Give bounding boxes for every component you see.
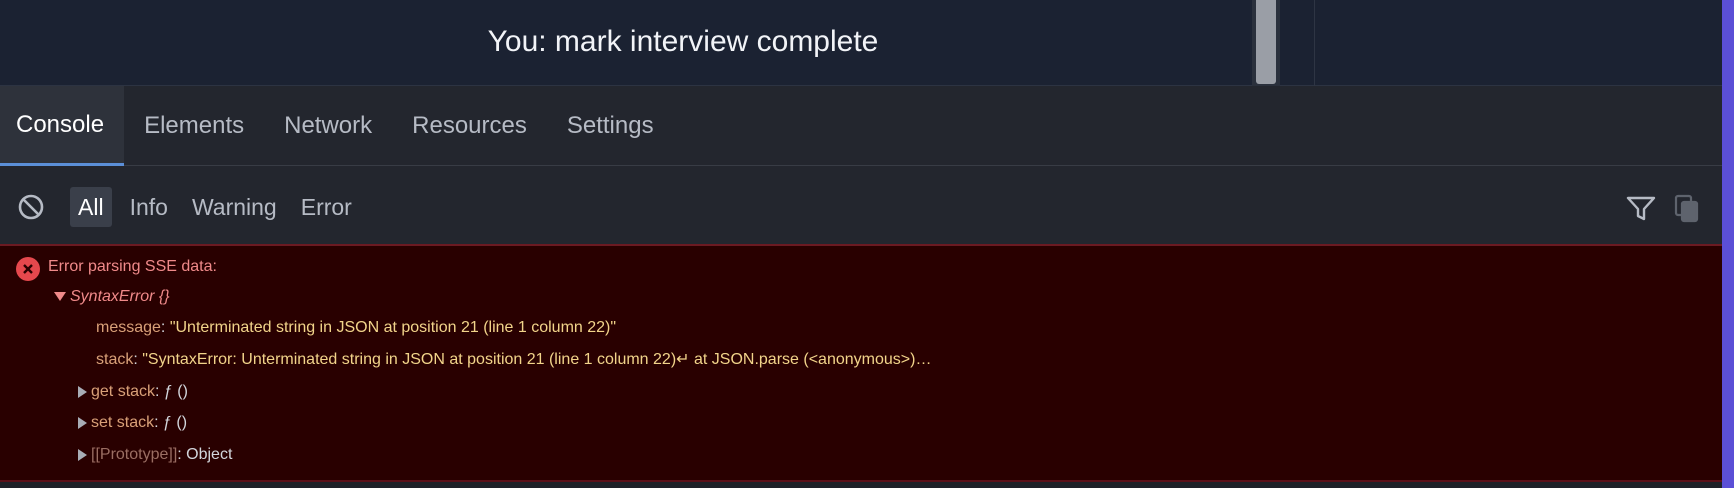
tab-console[interactable]: Console: [0, 86, 125, 166]
tab-elements[interactable]: Elements: [124, 86, 264, 166]
console-filter-bar: All Info Warning Error: [0, 166, 1722, 246]
tab-resources[interactable]: Resources: [392, 86, 547, 166]
devtools-tab-bar: Console Elements Network Resources Setti…: [0, 86, 1722, 166]
property-value: ƒ (): [163, 383, 188, 400]
log-level-filters: All Info Warning Error: [70, 187, 370, 227]
chat-scrollbar-thumb[interactable]: [1256, 0, 1276, 84]
level-info[interactable]: Info: [124, 187, 174, 227]
level-error[interactable]: Error: [295, 187, 358, 227]
window-edge-accent: [1722, 0, 1734, 488]
property-stack: stack: "SyntaxError: Unterminated string…: [96, 351, 932, 368]
property-set-stack[interactable]: set stack: ƒ (): [78, 408, 187, 438]
property-value: ƒ (): [163, 414, 188, 431]
chat-area: You: mark interview complete: [0, 0, 1734, 86]
chat-message: You: mark interview complete: [487, 25, 879, 58]
clear-console-icon: [18, 194, 44, 220]
panel-divider: [1314, 0, 1315, 86]
property-value: "Unterminated string in JSON at position…: [169, 319, 617, 336]
tab-settings-label: Settings: [566, 112, 654, 139]
property-key: get stack: [91, 383, 156, 400]
expand-down-icon: [54, 292, 66, 302]
property-key: [[Prototype]]: [91, 446, 178, 463]
tab-console-label: Console: [16, 110, 105, 138]
error-icon: [16, 257, 40, 281]
tab-elements-label: Elements: [144, 112, 245, 139]
property-message: message: "Unterminated string in JSON at…: [96, 319, 617, 336]
property-key: message: [96, 319, 161, 336]
tab-settings[interactable]: Settings: [547, 86, 674, 166]
tab-network[interactable]: Network: [264, 86, 392, 166]
property-value: "SyntaxError: Unterminated string in JSO…: [142, 351, 932, 368]
funnel-icon: [1626, 196, 1656, 221]
error-message-text: Error parsing SSE data:: [48, 258, 217, 275]
property-key: set stack: [91, 414, 155, 431]
tab-resources-label: Resources: [412, 112, 527, 139]
expand-right-icon: [78, 416, 87, 429]
tab-network-label: Network: [284, 112, 373, 139]
level-warning[interactable]: Warning: [186, 187, 283, 227]
filter-button[interactable]: [1624, 192, 1658, 226]
expand-right-icon: [78, 385, 87, 398]
error-object-label: SyntaxError {}: [70, 288, 170, 305]
property-value: Object: [186, 446, 233, 463]
property-key: stack: [96, 351, 134, 368]
level-all[interactable]: All: [70, 187, 112, 227]
copy-button[interactable]: [1672, 192, 1702, 226]
property-get-stack[interactable]: get stack: ƒ (): [78, 377, 188, 407]
copy-icon: [1674, 194, 1699, 223]
expand-right-icon: [78, 448, 87, 461]
property-prototype[interactable]: [[Prototype]]: Object: [78, 440, 232, 470]
clear-console-button[interactable]: [14, 190, 48, 224]
error-object-toggle[interactable]: SyntaxError {}: [54, 282, 170, 312]
